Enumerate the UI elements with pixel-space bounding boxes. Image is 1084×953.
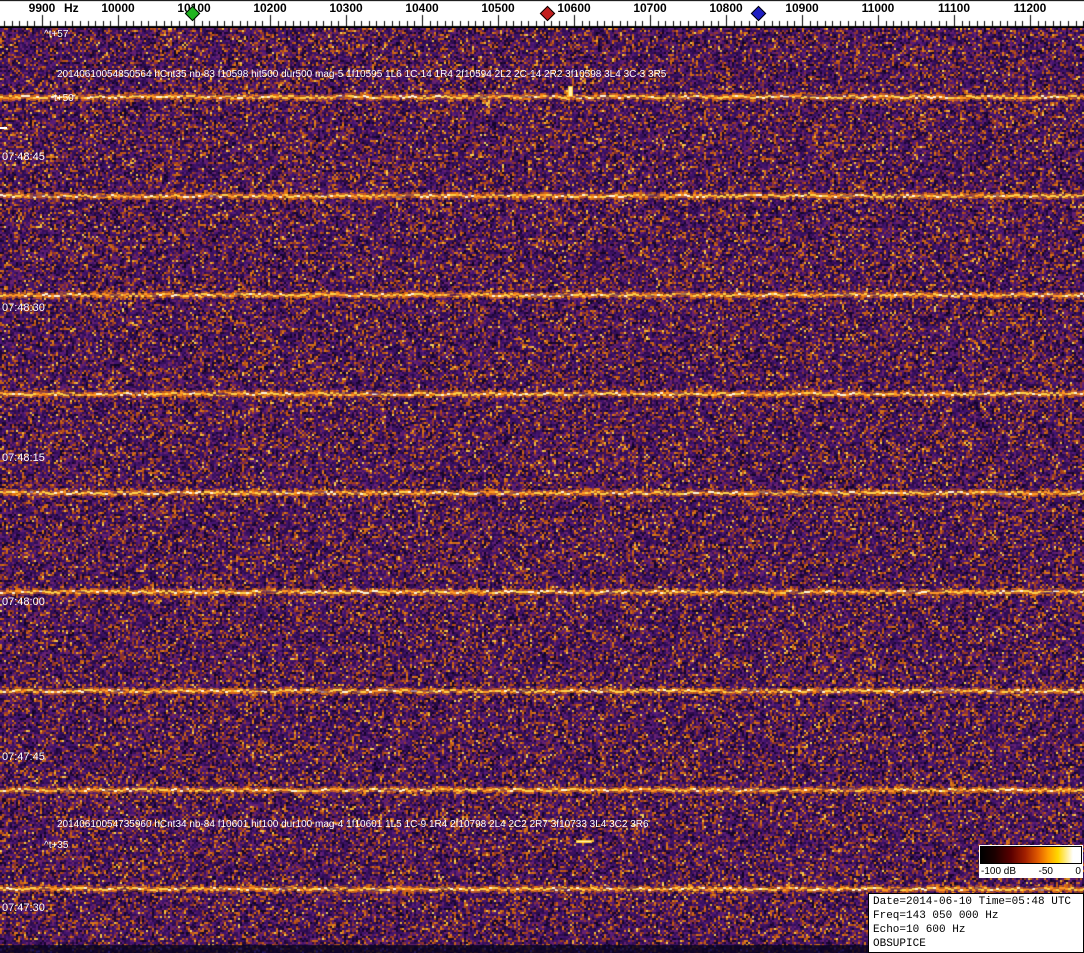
color-scale-labels: -100 dB -50 0	[980, 864, 1082, 877]
freq-tick-label: 10000	[101, 1, 134, 15]
legend-label: -50	[1039, 866, 1053, 877]
info-line: Echo=10 600 Hz	[873, 923, 1079, 937]
freq-tick-label: 10700	[633, 1, 666, 15]
freq-tick-label: 10300	[329, 1, 362, 15]
station-info-box: Date=2014-06-10 Time=05:48 UTC Freq=143 0…	[868, 893, 1084, 953]
echo-annotation: ^t+35	[44, 840, 68, 851]
freq-tick-label: 10900	[785, 1, 818, 15]
echo-annotation: 20140610054735960 hCnt34 nb-84 f10601 hi…	[57, 819, 649, 830]
time-label: 07:47:30	[2, 902, 45, 914]
freq-tick-label: 11000	[862, 1, 895, 15]
freq-tick-label: 10200	[253, 1, 286, 15]
freq-tick-label: 10800	[709, 1, 742, 15]
time-label: 07:48:30	[2, 302, 45, 314]
waterfall-display[interactable]	[0, 28, 1084, 953]
freq-tick-label: 10600	[557, 1, 590, 15]
time-label: 07:48:00	[2, 596, 45, 608]
freq-axis-unit: Hz	[64, 1, 79, 15]
spectrogram-app: 9900100001010010200103001040010500106001…	[0, 0, 1084, 953]
freq-tick-label: 9900	[29, 1, 56, 15]
info-line: OBSUPICE	[873, 937, 1079, 951]
frequency-axis: 9900100001010010200103001040010500106001…	[0, 0, 1084, 28]
echo-annotation: ^t+57	[44, 29, 68, 40]
freq-tick-label: 11100	[938, 1, 970, 15]
info-line: Freq=143 050 000 Hz	[873, 909, 1079, 923]
legend-label: -100 dB	[981, 866, 1016, 877]
time-label: 07:48:15	[2, 452, 45, 464]
echo-annotation: 20140610054850564 hCnt35 nb-83 f10598 hi…	[57, 69, 666, 80]
freq-tick-label: 11200	[1014, 1, 1047, 15]
time-label: 07:48:45	[2, 151, 45, 163]
freq-tick-label: 10400	[405, 1, 438, 15]
time-tick-dash	[0, 127, 7, 129]
color-scale-legend: -100 dB -50 0	[979, 845, 1083, 878]
time-label: 07:47:45	[2, 751, 45, 763]
info-line: Date=2014-06-10 Time=05:48 UTC	[873, 895, 1079, 909]
freq-tick-label: 10500	[481, 1, 514, 15]
echo-annotation: t+50	[54, 93, 74, 104]
color-scale-gradient	[980, 846, 1082, 864]
legend-label: 0	[1075, 866, 1081, 877]
